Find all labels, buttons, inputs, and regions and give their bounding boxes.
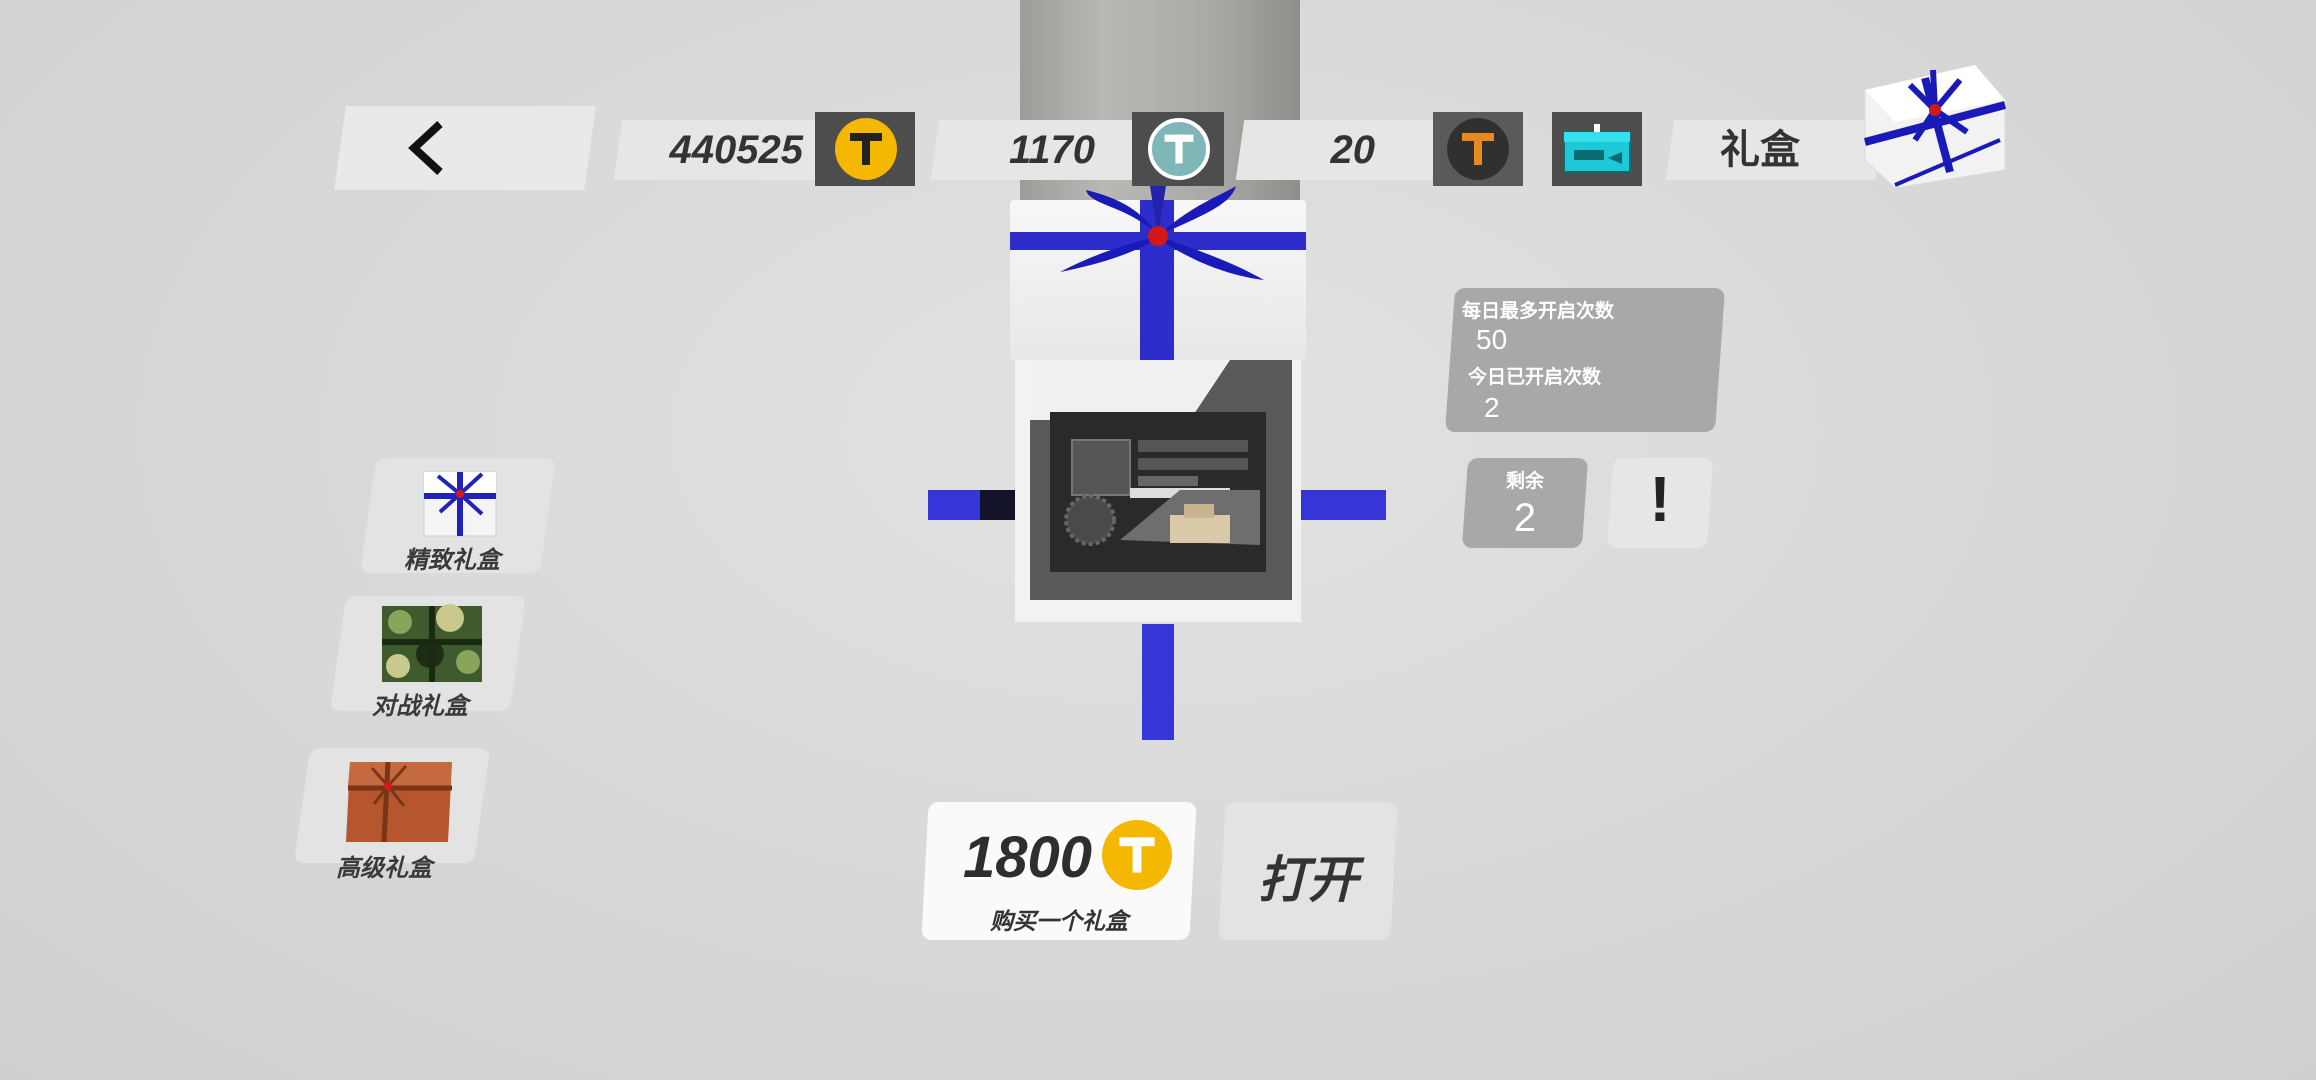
buy-price: 1800 <box>962 825 1092 890</box>
buy-label: 购买一个礼盒 <box>990 908 1128 934</box>
bronze-currency-value: 20 <box>1330 128 1376 172</box>
ribbon-right <box>1298 490 1386 520</box>
page-title: 礼盒 <box>1720 128 1800 172</box>
daily-max-label: 每日最多开启次数 <box>1462 301 1615 322</box>
bronze-coin-icon <box>1447 118 1509 180</box>
today-opened-label: 今日已开启次数 <box>1468 367 1602 388</box>
gold-coin-icon <box>1102 820 1172 890</box>
exclamation-icon: ! <box>1649 463 1671 535</box>
gift-label-exquisite: 精致礼盒 <box>404 547 500 574</box>
gold-coin-icon <box>835 118 897 180</box>
gift-label-advanced: 高级礼盒 <box>336 855 432 882</box>
open-label: 打开 <box>1258 852 1358 908</box>
remaining-label: 剩余 <box>1505 471 1544 492</box>
ticket-icon <box>1563 124 1631 173</box>
advanced-gift-icon <box>346 761 452 843</box>
ribbon-left-shadow <box>980 490 1018 520</box>
exquisite-gift-icon <box>423 471 497 537</box>
silver-currency-value: 1170 <box>1008 128 1095 172</box>
gift-box-icon <box>1863 64 2007 189</box>
daily-max-value: 50 <box>1476 324 1508 355</box>
gift-label-battle: 对战礼盒 <box>372 693 468 720</box>
silver-coin-icon <box>1148 118 1210 180</box>
chevron-left-icon[interactable] <box>400 118 460 178</box>
today-opened-value: 2 <box>1484 392 1500 423</box>
gift-contents-icon <box>1064 439 1260 546</box>
ribbon-bottom <box>1142 624 1174 740</box>
battle-gift-icon <box>382 604 482 682</box>
back-button[interactable] <box>334 106 596 190</box>
ribbon-bow-icon <box>1060 186 1264 280</box>
gold-currency-value: 440525 <box>669 128 803 172</box>
remaining-value: 2 <box>1513 496 1537 540</box>
